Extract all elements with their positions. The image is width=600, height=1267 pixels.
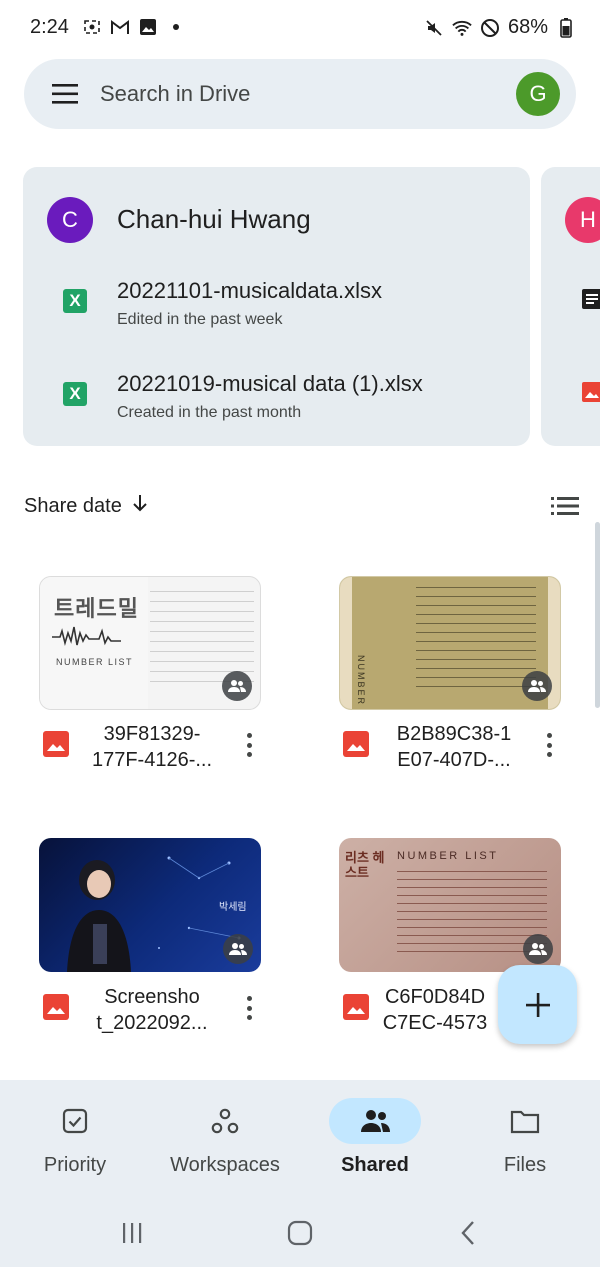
shared-file-name: 20221101-musicaldata.xlsx	[117, 278, 382, 303]
file-thumbnail[interactable]: 트레드밀 NUMBER LIST	[39, 576, 261, 710]
thumb-title: NUMBER LIST	[397, 850, 499, 862]
shared-file-name: 20221019-musical data (1).xlsx	[117, 371, 423, 396]
nav-label: Files	[503, 1154, 547, 1176]
battery-percent: 68%	[507, 16, 548, 38]
scrollbar[interactable]	[595, 522, 600, 708]
thumb-logo: 리츠 헤스트	[345, 850, 385, 880]
nav-workspaces[interactable]: Workspaces	[150, 1098, 300, 1177]
shared-badge-icon	[523, 934, 553, 964]
new-file-fab[interactable]	[498, 965, 577, 1044]
track-lines	[416, 583, 536, 687]
nav-files[interactable]: Files	[450, 1098, 600, 1177]
battery-icon	[556, 17, 576, 38]
sharer-avatar: H	[565, 197, 600, 243]
sharer-name: Chan-hui Hwang	[117, 204, 311, 234]
image-file-icon	[43, 731, 69, 757]
file-thumbnail[interactable]: 박세림	[39, 838, 261, 972]
waveform-graphic	[52, 626, 121, 647]
sharer-avatar: C	[47, 197, 93, 243]
search-bar[interactable]: Search in Drive G	[24, 59, 576, 129]
file-name: C6F0D84D C7EC-4573	[365, 984, 505, 1036]
system-navigation-bar	[0, 1200, 600, 1267]
file-name: 39F81329- 177F-4126-...	[87, 721, 217, 773]
thumb-caption: 박세림	[219, 902, 247, 913]
list-view-icon[interactable]	[551, 496, 579, 516]
sort-by-button[interactable]: Share date	[24, 494, 148, 518]
shared-badge-icon	[223, 934, 253, 964]
bottom-navigation: Priority Workspaces Shared Files	[0, 1080, 600, 1200]
nav-label: Priority	[43, 1154, 107, 1176]
shared-by-card-peek[interactable]: H	[541, 167, 600, 446]
xlsx-file-icon: X	[63, 382, 87, 406]
shared-file-meta: Created in the past month	[117, 404, 302, 421]
nav-priority[interactable]: Priority	[0, 1098, 150, 1177]
status-system-icons: 68%	[424, 16, 576, 39]
more-options-icon[interactable]	[239, 994, 259, 1022]
thumb-subtitle: NUMBER LIST	[56, 657, 134, 667]
gmail-icon	[110, 17, 130, 37]
screen-record-icon	[82, 17, 102, 37]
recents-icon[interactable]	[117, 1218, 147, 1248]
nav-label: Shared	[341, 1154, 409, 1176]
more-options-icon[interactable]	[239, 731, 259, 759]
nav-shared[interactable]: Shared	[300, 1098, 450, 1177]
xlsx-file-icon: X	[63, 289, 87, 313]
thumb-title: NUMBER LIST	[356, 655, 366, 710]
file-name-line1: C6F0D84D	[384, 986, 486, 1008]
shared-by-card[interactable]: C Chan-hui Hwang X 20221101-musicaldata.…	[23, 167, 530, 446]
file-thumbnail[interactable]: NUMBER LIST	[339, 576, 561, 710]
sort-label: Share date	[24, 494, 122, 517]
account-avatar[interactable]: G	[516, 72, 560, 116]
gallery-icon	[138, 17, 158, 37]
search-input[interactable]: Search in Drive	[100, 81, 250, 107]
status-bar: 2:24 68%	[0, 0, 600, 56]
track-lines	[397, 868, 547, 952]
image-file-icon	[343, 731, 369, 757]
home-icon[interactable]	[285, 1218, 315, 1248]
poster-left: 트레드밀 NUMBER LIST	[40, 577, 148, 709]
shared-badge-icon	[222, 671, 252, 701]
workspaces-icon	[179, 1098, 271, 1144]
mute-icon	[424, 18, 444, 38]
shared-people-icon	[329, 1098, 421, 1144]
image-file-icon	[581, 381, 600, 408]
image-file-icon	[43, 994, 69, 1020]
plus-icon	[525, 992, 550, 1017]
file-name-line1: 39F81329-	[103, 723, 201, 745]
doc-file-icon	[581, 288, 600, 315]
file-name-line2: t_2022092...	[96, 1012, 208, 1034]
file-name: Screensho t_2022092...	[87, 984, 217, 1036]
file-name-line1: B2B89C38-1	[396, 723, 512, 745]
hamburger-menu-icon[interactable]	[52, 82, 78, 106]
file-thumbnail[interactable]: 리츠 헤스트 NUMBER LIST	[339, 838, 561, 972]
nav-label: Workspaces	[170, 1154, 280, 1176]
file-name: B2B89C38-1 E07-407D-...	[389, 721, 519, 773]
status-time: 2:24	[30, 16, 69, 38]
shared-badge-icon	[522, 671, 552, 701]
status-notification-icons	[82, 17, 186, 37]
more-options-icon[interactable]	[539, 731, 559, 759]
shared-file-row[interactable]: X 20221019-musical data (1).xlsx Created…	[23, 364, 530, 434]
back-icon[interactable]	[453, 1218, 483, 1248]
file-name-line1: Screensho	[104, 986, 200, 1008]
wifi-icon	[452, 18, 472, 38]
arrow-down-icon	[132, 494, 148, 518]
paper-edge-left	[340, 577, 352, 709]
file-name-line2: 177F-4126-...	[91, 749, 213, 771]
thumb-title: 트레드밀	[54, 596, 139, 621]
file-name-line2: C7EC-4573	[382, 1012, 488, 1034]
shared-file-meta: Edited in the past week	[117, 311, 283, 328]
priority-check-icon	[29, 1098, 121, 1144]
file-name-line2: E07-407D-...	[397, 749, 511, 771]
shared-file-row[interactable]: X 20221101-musicaldata.xlsx Edited in th…	[23, 271, 530, 341]
folder-icon	[479, 1098, 571, 1144]
do-not-disturb-icon	[480, 18, 500, 38]
notification-dot-icon	[166, 17, 186, 37]
